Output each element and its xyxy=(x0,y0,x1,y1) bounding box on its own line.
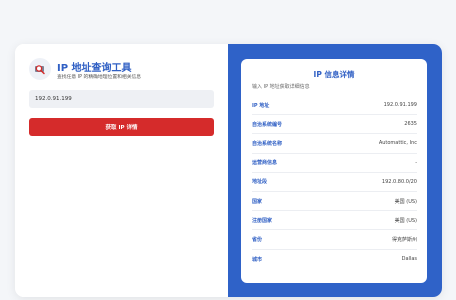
detail-label: 运营商信息 xyxy=(252,160,278,167)
detail-value: Automattic, Inc xyxy=(378,140,417,147)
app-subtitle: 查找任意 IP 的精确地理位置和相关信息 xyxy=(57,75,142,80)
main-card: IP 地址查询工具 查找任意 IP 的精确地理位置和相关信息 获取 IP 详情 … xyxy=(15,44,442,297)
detail-row-network: 地址段 192.0.80.0/20 xyxy=(252,173,417,192)
ip-input[interactable] xyxy=(29,90,214,108)
query-section: IP 地址查询工具 查找任意 IP 的精确地理位置和相关信息 获取 IP 详情 xyxy=(15,44,228,297)
details-subtitle: 输入 IP 地址获取详细信息 xyxy=(252,84,310,90)
detail-label: IP 地址 xyxy=(252,102,270,109)
detail-value: 得克萨斯州 xyxy=(391,236,417,243)
detail-row-asn: 自治系统编号 2635 xyxy=(252,115,417,135)
detail-value: 美国 (US) xyxy=(394,217,417,224)
detail-value: 192.0.91.199 xyxy=(383,102,417,109)
detail-label: 自治系统编号 xyxy=(252,121,283,128)
detail-label: 省份 xyxy=(252,236,263,243)
detail-row-ip-address: IP 地址 192.0.91.199 xyxy=(252,96,417,116)
details-title: IP 信息详情 xyxy=(313,70,355,79)
detail-value: 192.0.80.0/20 xyxy=(381,178,417,185)
detail-value: Dallas xyxy=(401,256,417,263)
detail-value: - xyxy=(415,159,417,166)
detail-label: 注册国家 xyxy=(252,217,273,224)
details-list: IP 地址 192.0.91.199 自治系统编号 2635 自治系统名称 Au… xyxy=(252,96,417,269)
search-location-icon xyxy=(29,58,51,80)
detail-row-isp: 运营商信息 - xyxy=(252,154,417,173)
detail-label: 国家 xyxy=(252,198,263,205)
detail-label: 城市 xyxy=(252,256,263,263)
details-panel: IP 信息详情 输入 IP 地址获取详细信息 IP 地址 192.0.91.19… xyxy=(241,59,427,283)
detail-value: 2635 xyxy=(404,121,417,128)
detail-row-country: 国家 美国 (US) xyxy=(252,192,417,212)
details-section: IP 信息详情 输入 IP 地址获取详细信息 IP 地址 192.0.91.19… xyxy=(228,44,442,297)
detail-row-region: 省份 得克萨斯州 xyxy=(252,230,417,250)
detail-label: 自治系统名称 xyxy=(252,140,283,147)
detail-row-registered-country: 注册国家 美国 (US) xyxy=(252,211,417,231)
detail-value: 美国 (US) xyxy=(394,198,417,205)
app-title: IP 地址查询工具 xyxy=(57,63,132,74)
detail-row-as-name: 自治系统名称 Automattic, Inc xyxy=(252,134,417,154)
get-ip-details-button[interactable]: 获取 IP 详情 xyxy=(29,118,214,136)
detail-label: 地址段 xyxy=(252,179,268,186)
detail-row-city: 城市 Dallas xyxy=(252,250,417,269)
